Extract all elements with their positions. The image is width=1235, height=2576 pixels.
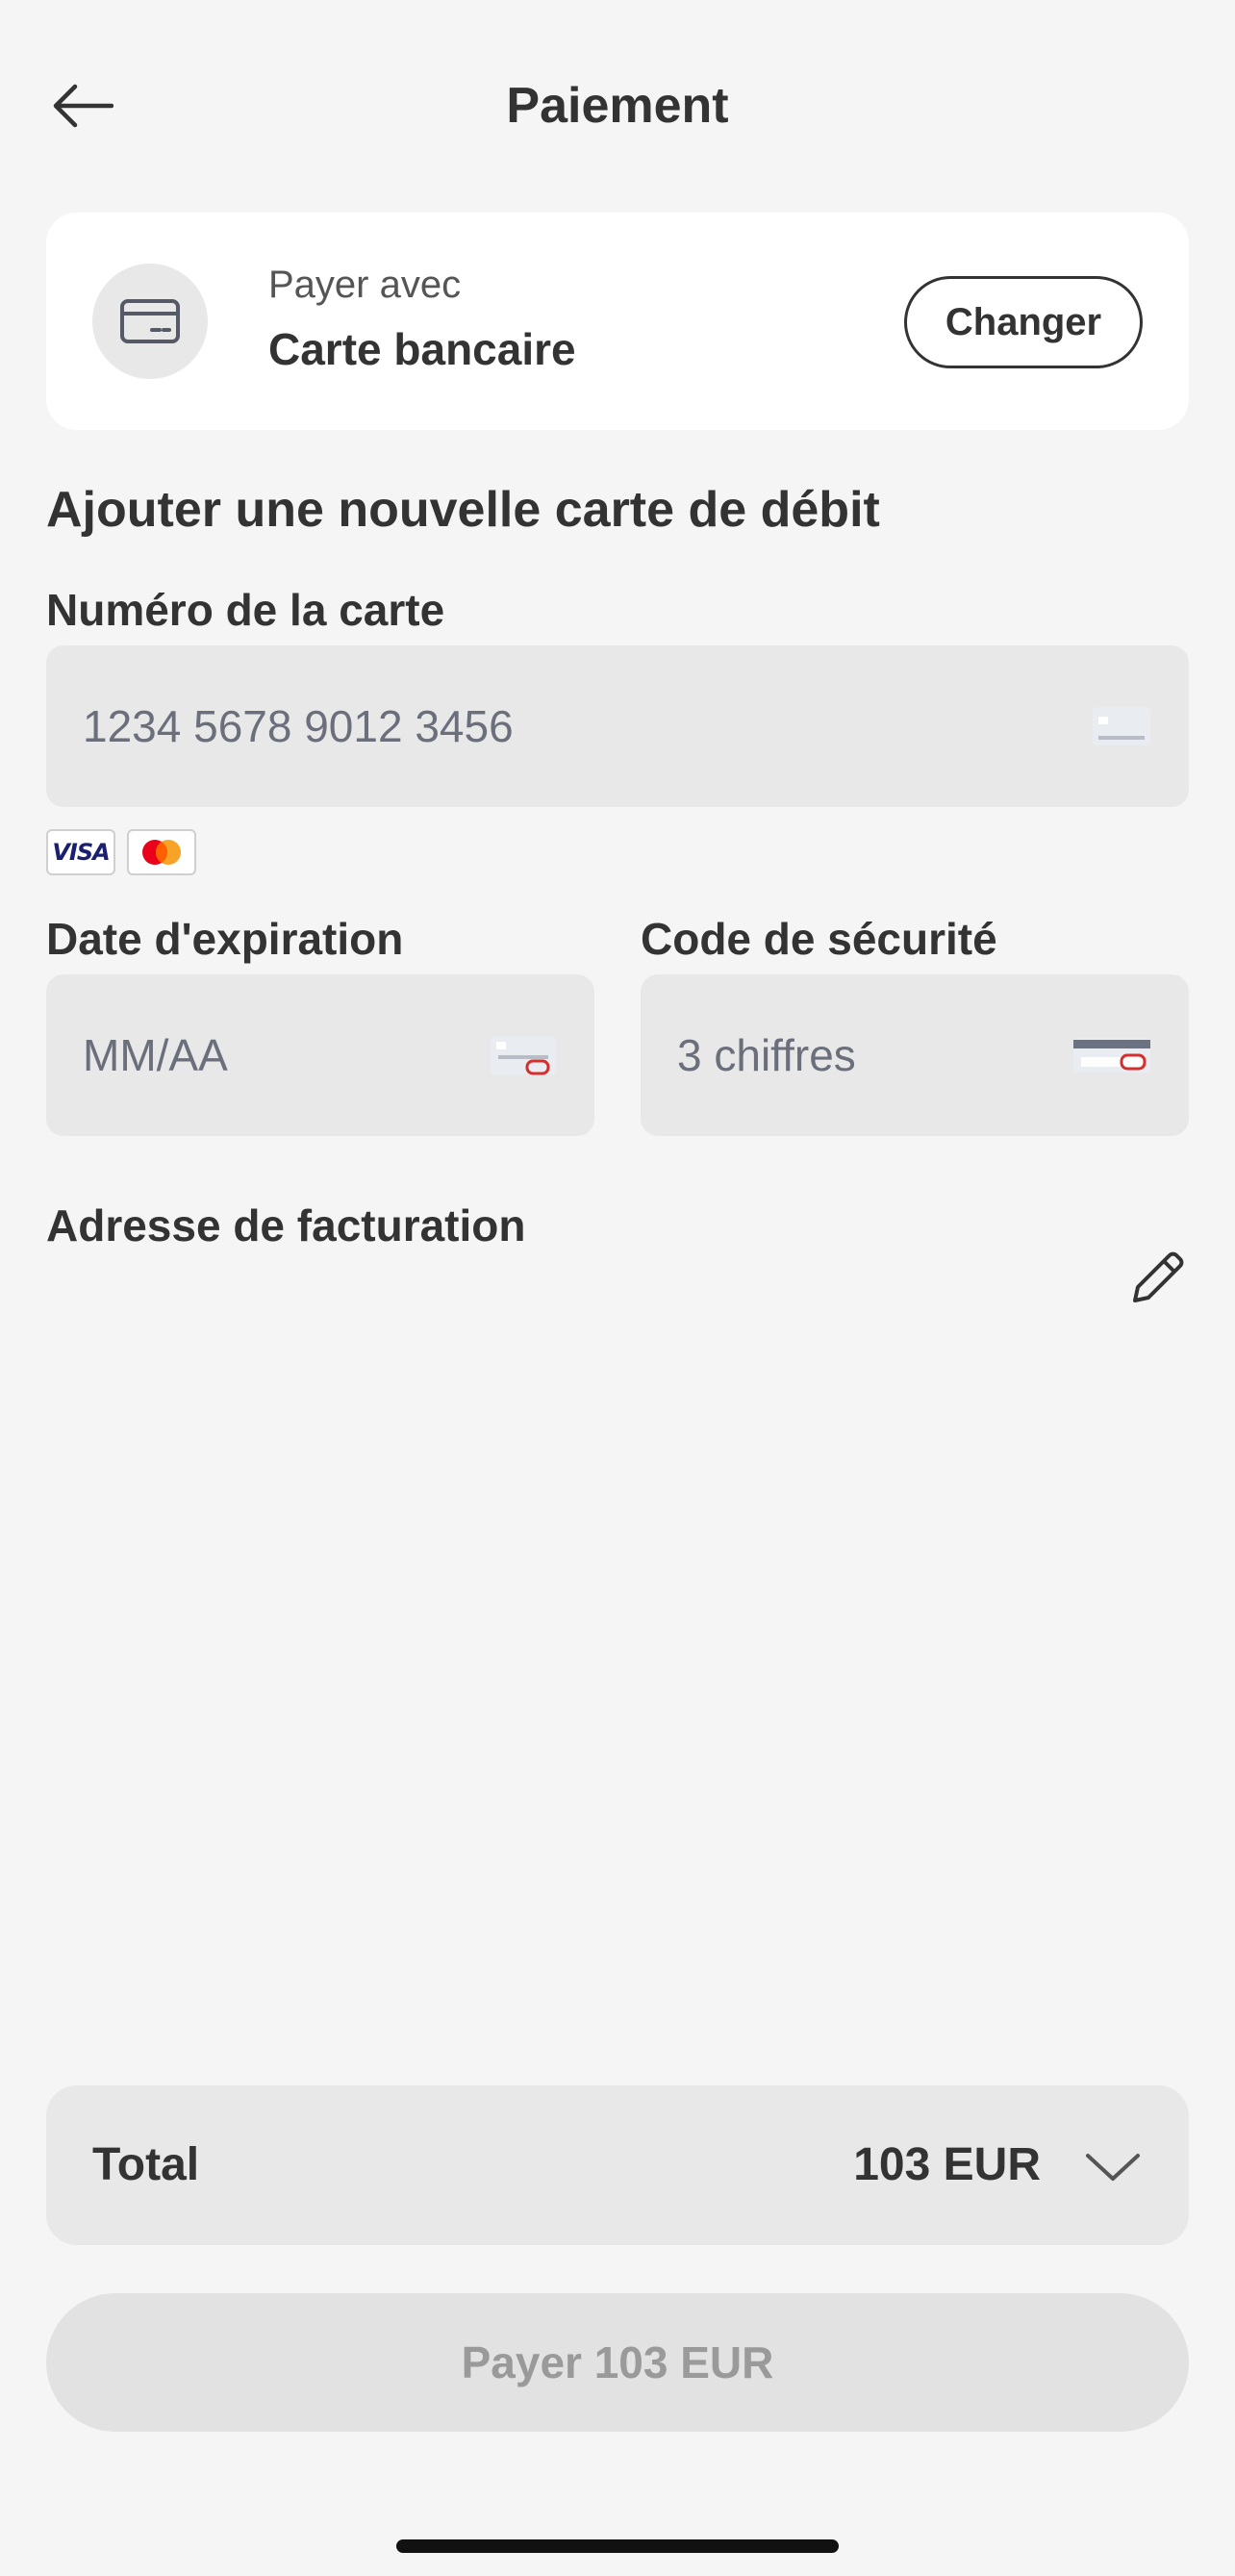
card-expiry-icon — [491, 1036, 556, 1075]
mastercard-icon — [142, 840, 181, 865]
card-cvv-icon — [1073, 1038, 1150, 1073]
visa-logo: VISA — [46, 829, 115, 875]
card-front-icon — [1093, 707, 1150, 745]
card-number-field[interactable] — [46, 645, 1189, 807]
security-code-input[interactable] — [641, 1029, 1079, 1081]
security-code-label: Code de sécurité — [641, 914, 997, 964]
billing-address-label: Adresse de facturation — [46, 1200, 526, 1250]
chevron-down-icon — [1086, 2154, 1140, 2181]
pay-with-card: Payer avec Carte bancaire Changer — [46, 213, 1189, 430]
edit-billing-address-button[interactable] — [1122, 1241, 1195, 1314]
mastercard-logo — [127, 829, 196, 875]
expand-total-button[interactable] — [1079, 2134, 1147, 2201]
payment-method-icon-circle — [92, 264, 208, 379]
pay-with-label: Payer avec — [268, 264, 462, 306]
header: Paiement — [0, 58, 1235, 154]
home-indicator — [396, 2539, 839, 2553]
accepted-card-brands: VISA — [46, 829, 196, 875]
total-amount: 103 EUR — [853, 2139, 1041, 2190]
new-card-section-title: Ajouter une nouvelle carte de débit — [46, 482, 880, 538]
page-title: Paiement — [506, 78, 729, 134]
pencil-icon — [1133, 1251, 1184, 1302]
total-label: Total — [92, 2139, 200, 2190]
expiry-input[interactable] — [46, 1029, 485, 1081]
expiry-field[interactable] — [46, 974, 594, 1136]
order-total-bar[interactable]: Total 103 EUR — [46, 2085, 1189, 2245]
change-payment-method-button[interactable]: Changer — [904, 276, 1143, 368]
payment-method-name: Carte bancaire — [268, 324, 576, 374]
security-code-field[interactable] — [641, 974, 1189, 1136]
visa-logo-text: VISA — [52, 839, 110, 866]
pay-button[interactable]: Payer 103 EUR — [46, 2293, 1189, 2432]
expiry-label: Date d'expiration — [46, 914, 404, 964]
payment-screen: Paiement Payer avec Carte bancaire Chang… — [0, 0, 1235, 2576]
card-number-input[interactable] — [46, 700, 961, 752]
credit-card-icon — [120, 299, 180, 343]
card-number-label: Numéro de la carte — [46, 585, 445, 635]
